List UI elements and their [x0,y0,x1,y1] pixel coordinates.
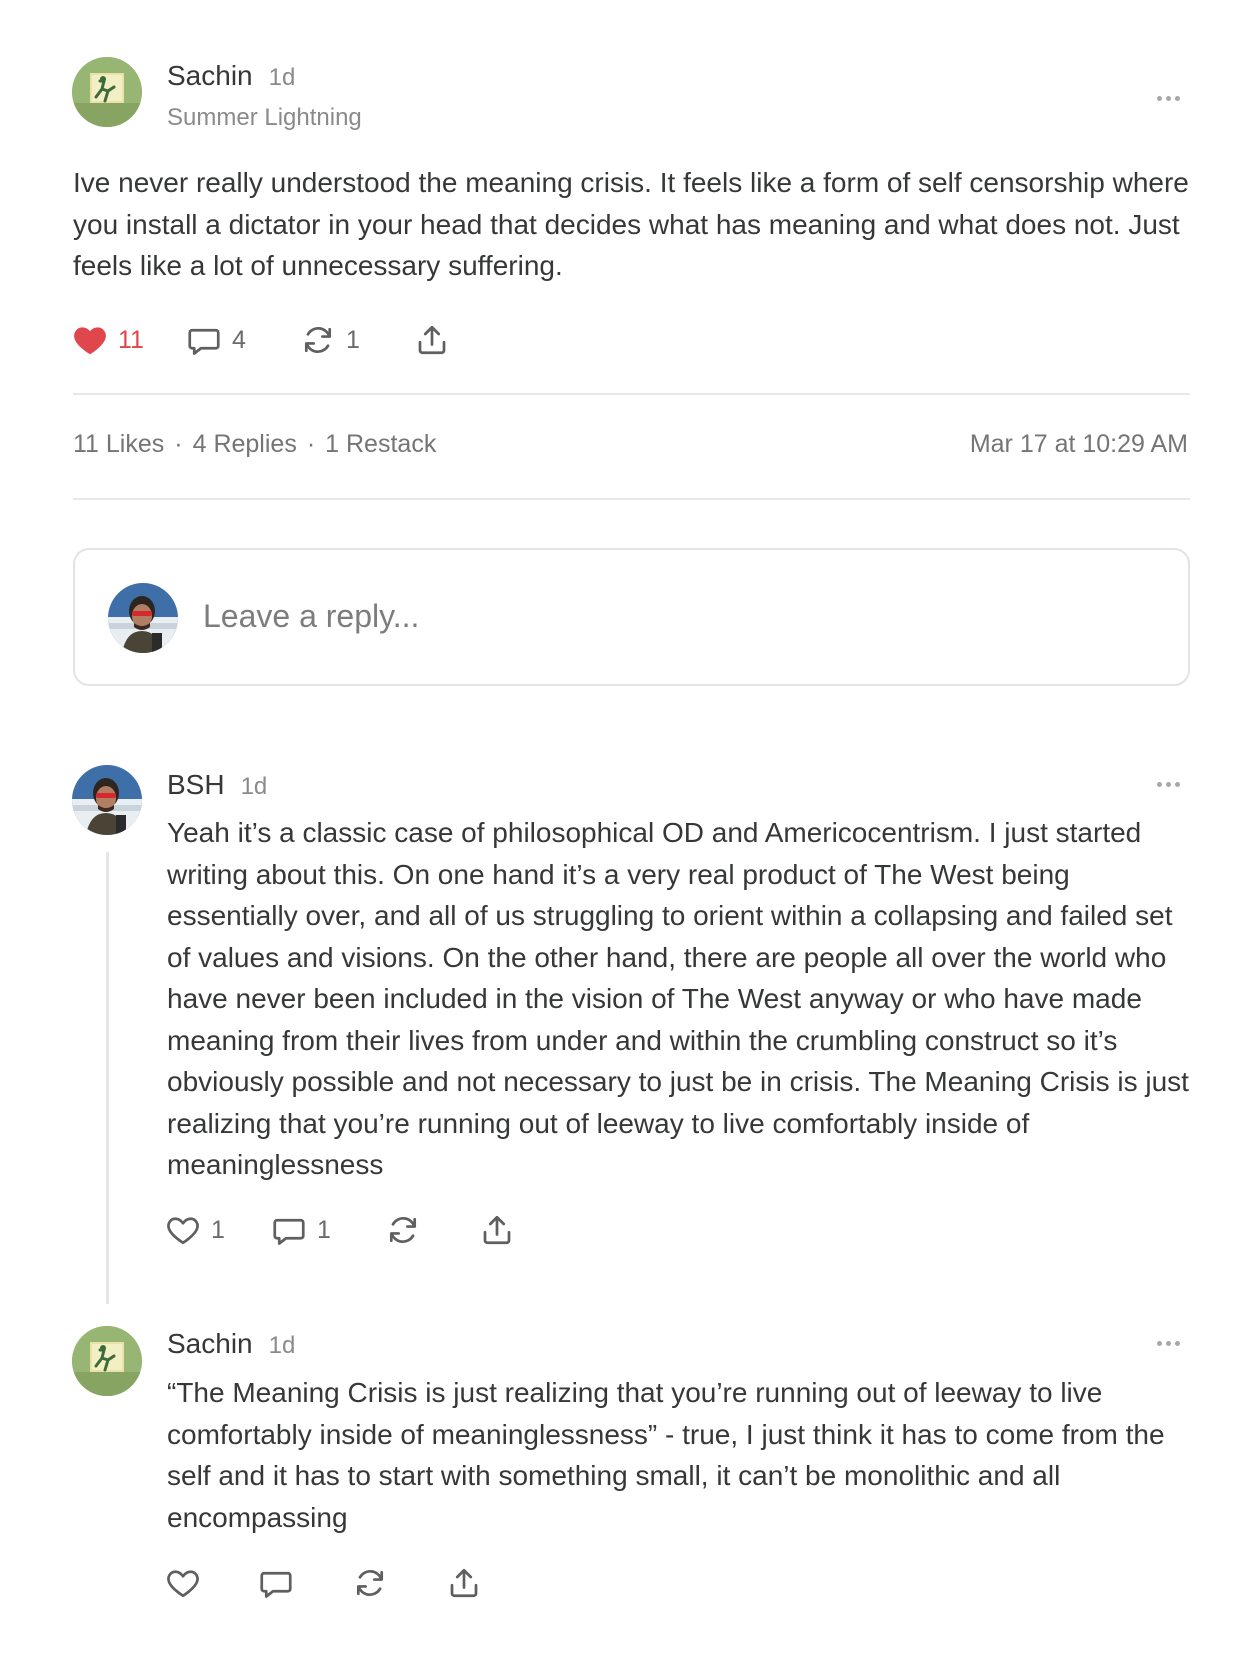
comment-actions: 1 1 [165,1210,545,1250]
comment-avatar[interactable] [72,765,142,835]
comment-more-button[interactable] [1150,1333,1186,1353]
avatar-image [72,1326,142,1396]
share-upload-icon [414,322,450,358]
comment-button[interactable]: 1 [271,1210,331,1250]
like-button[interactable]: 11 [72,320,144,360]
avatar-image [72,57,142,127]
comment-body: “The Meaning Crisis is just realizing th… [167,1377,1165,1533]
speech-bubble-icon [186,322,222,358]
comment-more-button[interactable] [1150,774,1186,794]
restack-arrows-icon [352,1565,388,1601]
post-author-line: Sachin 1d [167,60,295,92]
comment-button[interactable]: 4 [186,320,246,360]
restack-arrows-icon [385,1212,421,1248]
post-publication[interactable]: Summer Lightning [167,104,362,132]
post-timestamp: Mar 17 at 10:29 AM [969,430,1188,458]
comment-body: Yeah it’s a classic case of philosophica… [167,817,1189,1180]
current-user-avatar [108,583,178,653]
restack-button[interactable] [352,1563,388,1603]
restack-button[interactable]: 1 [300,320,360,360]
comment-author-name[interactable]: BSH [167,769,225,800]
comment-author-line: Sachin 1d [167,1328,295,1360]
heart-filled-icon [72,322,108,358]
speech-bubble-icon [271,1212,307,1248]
more-dot [1165,781,1171,787]
post-body: Ive never really understood the meaning … [73,167,1189,281]
share-button[interactable] [479,1210,515,1250]
post-stats: 11 Likes · 4 Replies · 1 Restack [73,430,436,459]
like-count: 11 [118,325,144,354]
likes-stat[interactable]: 11 Likes [73,430,164,458]
author-avatar[interactable] [72,57,142,127]
heart-icon [165,1212,201,1248]
more-dot [1174,781,1180,787]
comment-actions [165,1563,505,1603]
reply-placeholder[interactable]: Leave a reply... [203,598,419,635]
like-button[interactable]: 1 [165,1210,225,1250]
more-dot [1165,1340,1171,1346]
more-horizontal-icon [1156,1340,1162,1346]
post-author-name[interactable]: Sachin [167,60,253,91]
stat-separator: · [306,430,316,458]
more-dot [1174,1340,1180,1346]
thread-line[interactable] [106,852,109,1304]
more-horizontal-icon [1156,781,1162,787]
stat-separator: · [174,430,183,458]
more-dot [1174,95,1180,101]
divider-bottom [73,498,1190,500]
share-upload-icon [479,1212,515,1248]
restack-arrows-icon [300,322,336,358]
divider-top [73,393,1190,395]
post-more-button[interactable] [1150,88,1186,108]
avatar-image [108,583,178,653]
more-horizontal-icon [1156,95,1162,101]
comment-time: 1d [268,1332,296,1359]
comment-time: 1d [240,773,268,800]
like-count: 1 [211,1215,225,1244]
share-button[interactable] [446,1563,482,1603]
restack-count: 1 [346,325,360,354]
heart-icon [165,1565,201,1601]
more-dot [1165,95,1171,101]
post-time: 1d [268,64,296,91]
comment-author-name[interactable]: Sachin [167,1328,253,1359]
speech-bubble-icon [258,1565,294,1601]
replies-stat[interactable]: 4 Replies [193,430,297,458]
comment-button[interactable] [258,1563,294,1603]
avatar-image [72,765,142,835]
like-button[interactable] [165,1563,201,1603]
share-button[interactable] [414,320,450,360]
comment-author-line: BSH 1d [167,769,267,801]
restacks-stat[interactable]: 1 Restack [325,430,436,458]
reply-input-box[interactable]: Leave a reply... [73,548,1190,686]
post-actions: 11 4 1 [72,320,472,360]
comment-avatar[interactable] [72,1326,142,1396]
restack-button[interactable] [385,1210,421,1250]
comment-count: 4 [232,325,246,354]
comment-count: 1 [317,1215,331,1244]
share-upload-icon [446,1565,482,1601]
